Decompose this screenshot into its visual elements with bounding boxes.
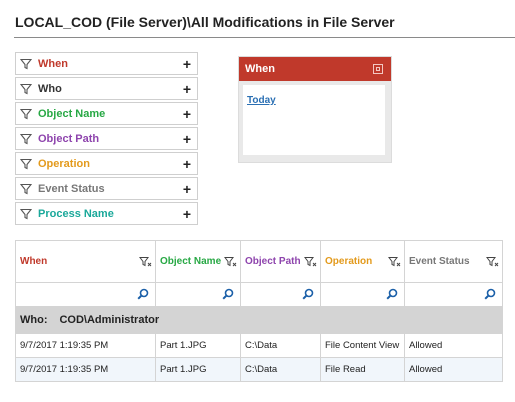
funnel-icon [20, 158, 32, 170]
cell-when: 9/7/2017 1:19:35 PM [15, 333, 156, 358]
cell-operation: File Read [320, 357, 405, 382]
cell-operation: File Content View [320, 333, 405, 358]
plus-icon[interactable]: + [183, 182, 191, 196]
filter-object-name[interactable]: Object Name + [15, 102, 198, 125]
column-filter-icon[interactable] [224, 256, 237, 268]
funnel-icon [20, 58, 32, 70]
search-icon[interactable] [302, 288, 314, 300]
search-cell[interactable] [404, 282, 503, 307]
search-cell[interactable] [155, 282, 241, 307]
table-header-row: When Object Name Object Path Operation E… [15, 240, 503, 283]
cell-object-name: Part 1.JPG [155, 333, 241, 358]
table-row[interactable]: 9/7/2017 1:19:35 PM Part 1.JPG C:\Data F… [15, 357, 503, 382]
funnel-icon [20, 208, 32, 220]
cell-event-status: Allowed [404, 357, 503, 382]
column-filter-icon[interactable] [486, 256, 499, 268]
filter-label: Operation [38, 157, 90, 170]
filter-list: When + Who + Object Name + Object Path +… [15, 52, 198, 227]
column-header-object-name[interactable]: Object Name [155, 240, 241, 283]
cell-object-path: C:\Data [240, 357, 321, 382]
filter-label: Event Status [38, 182, 105, 195]
filter-label: When [38, 57, 68, 70]
search-cell[interactable] [320, 282, 405, 307]
filter-label: Object Path [38, 132, 100, 145]
column-header-label: Object Path [245, 256, 301, 267]
plus-icon[interactable]: + [183, 157, 191, 171]
events-table: When Object Name Object Path Operation E… [15, 240, 503, 382]
column-header-event-status[interactable]: Event Status [404, 240, 503, 283]
funnel-icon [20, 83, 32, 95]
plus-icon[interactable]: + [183, 132, 191, 146]
group-row[interactable]: Who: COD\Administrator [15, 306, 503, 334]
title-divider [14, 37, 515, 38]
when-panel-title: When [245, 63, 275, 75]
search-cell[interactable] [15, 282, 156, 307]
group-header[interactable]: Who: COD\Administrator [15, 306, 503, 334]
filter-who[interactable]: Who + [15, 77, 198, 100]
search-cell[interactable] [240, 282, 321, 307]
when-panel-header: When [239, 57, 391, 81]
plus-icon[interactable]: + [183, 207, 191, 221]
cell-object-name: Part 1.JPG [155, 357, 241, 382]
search-icon[interactable] [222, 288, 234, 300]
column-filter-icon[interactable] [139, 256, 152, 268]
column-header-object-path[interactable]: Object Path [240, 240, 321, 283]
page-title: LOCAL_COD (File Server)\All Modification… [15, 14, 395, 30]
funnel-icon [20, 133, 32, 145]
column-filter-icon[interactable] [388, 256, 401, 268]
column-header-label: Object Name [160, 256, 222, 267]
filter-label: Object Name [38, 107, 106, 120]
collapse-icon[interactable] [373, 64, 383, 74]
cell-event-status: Allowed [404, 333, 503, 358]
plus-icon[interactable]: + [183, 107, 191, 121]
search-icon[interactable] [484, 288, 496, 300]
funnel-icon [20, 183, 32, 195]
today-link[interactable]: Today [247, 95, 276, 106]
when-panel-body: Today [243, 85, 385, 155]
column-header-label: Operation [325, 256, 373, 267]
filter-process-name[interactable]: Process Name + [15, 202, 198, 225]
search-row [15, 282, 503, 307]
search-icon[interactable] [386, 288, 398, 300]
filter-when[interactable]: When + [15, 52, 198, 75]
column-header-label: Event Status [409, 256, 470, 267]
filter-event-status[interactable]: Event Status + [15, 177, 198, 200]
cell-object-path: C:\Data [240, 333, 321, 358]
plus-icon[interactable]: + [183, 82, 191, 96]
column-header-operation[interactable]: Operation [320, 240, 405, 283]
funnel-icon [20, 108, 32, 120]
filter-object-path[interactable]: Object Path + [15, 127, 198, 150]
when-panel: When Today [238, 56, 392, 163]
cell-when: 9/7/2017 1:19:35 PM [15, 357, 156, 382]
group-value: COD\Administrator [59, 314, 160, 326]
column-header-label: When [20, 256, 48, 267]
filter-label: Process Name [38, 207, 114, 220]
column-header-when[interactable]: When [15, 240, 156, 283]
plus-icon[interactable]: + [183, 57, 191, 71]
table-row[interactable]: 9/7/2017 1:19:35 PM Part 1.JPG C:\Data F… [15, 333, 503, 358]
group-label: Who: [20, 314, 48, 326]
filter-operation[interactable]: Operation + [15, 152, 198, 175]
column-filter-icon[interactable] [304, 256, 317, 268]
search-icon[interactable] [137, 288, 149, 300]
filter-label: Who [38, 82, 62, 95]
